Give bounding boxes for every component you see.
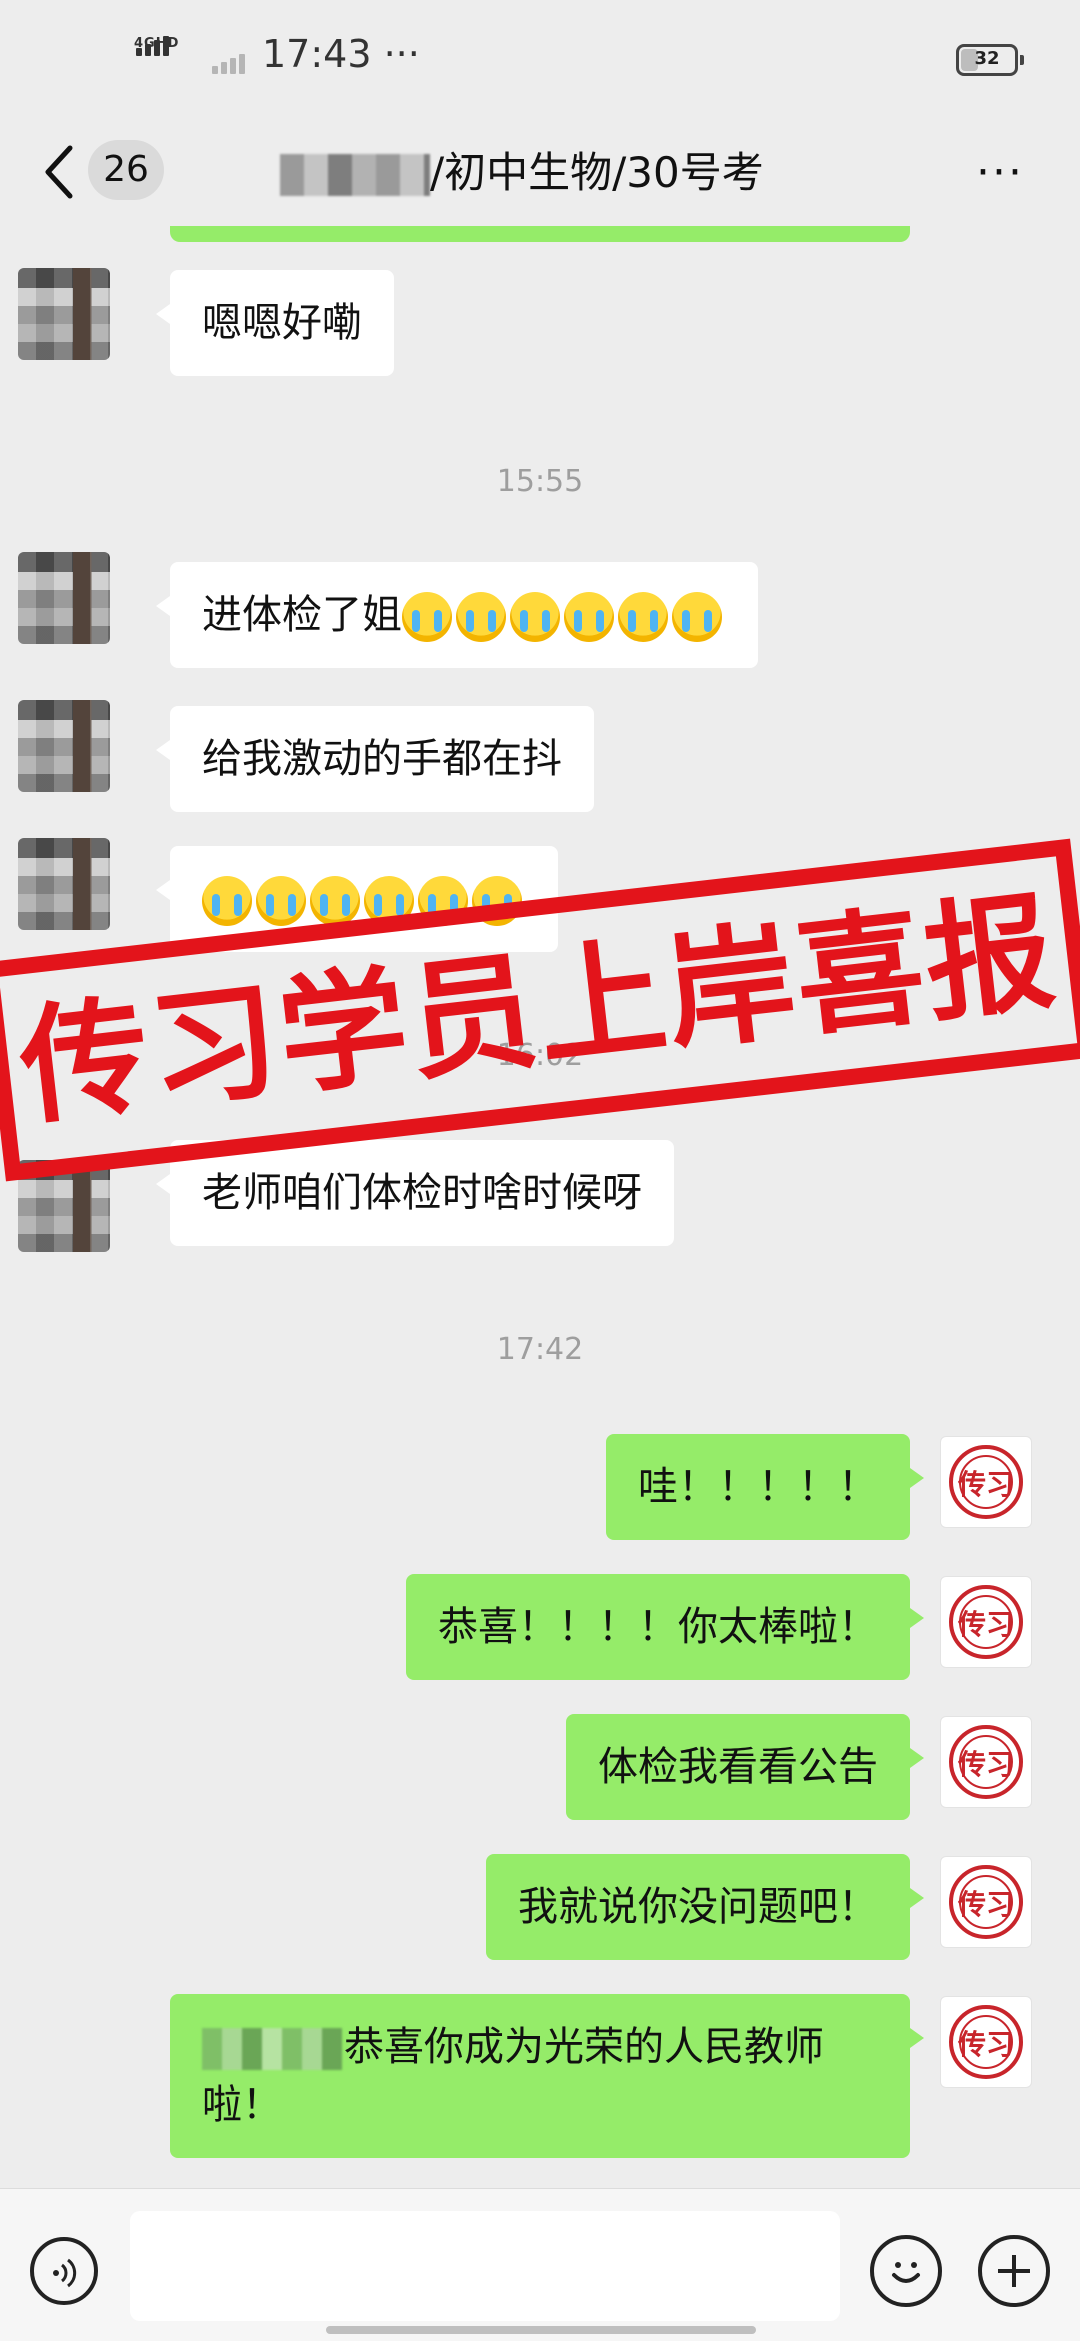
blurred-name [280, 154, 430, 196]
message-text: 哇！！！！！ [638, 1464, 878, 1510]
previous-message-bubble [170, 226, 910, 242]
seal-logo: 传习 [949, 1585, 1023, 1659]
crying-face-emoji [564, 592, 614, 642]
blurred-name [202, 2028, 342, 2070]
incoming-message[interactable]: 老师咱们体检时啥时候呀 [156, 1140, 674, 1246]
message-timestamp: 15:55 [496, 464, 584, 499]
my-avatar[interactable]: 传习 [940, 1436, 1032, 1528]
battery-icon: 32 [956, 44, 1024, 76]
seal-logo: 传习 [949, 2005, 1023, 2079]
back-chevron-icon[interactable] [40, 142, 84, 202]
outgoing-message[interactable]: 体检我看看公告 [566, 1714, 924, 1820]
outgoing-message[interactable]: 恭喜你成为光荣的人民教师啦！ [170, 1994, 924, 2158]
message-timestamp: 17:42 [496, 1332, 584, 1367]
my-avatar[interactable]: 传习 [940, 1856, 1032, 1948]
message-text: 我就说你没问题吧！ [518, 1884, 878, 1930]
contact-avatar[interactable] [18, 552, 110, 644]
message-text: 老师咱们体检时啥时候呀 [202, 1170, 642, 1216]
message-text: 进体检了姐 [202, 592, 402, 638]
chat-header: 26 /初中生物/30号考 ··· [0, 120, 1080, 230]
crying-face-emoji [456, 592, 506, 642]
cellular-signal-icon [212, 50, 252, 74]
battery-level: 32 [974, 48, 1000, 69]
crying-face-emoji [402, 592, 452, 642]
outgoing-message[interactable]: 哇！！！！！ [606, 1434, 924, 1540]
contact-avatar[interactable] [18, 268, 110, 360]
unread-count-badge[interactable]: 26 [88, 140, 164, 200]
seal-logo: 传习 [949, 1445, 1023, 1519]
input-bar [0, 2188, 1080, 2341]
message-text: 体检我看看公告 [598, 1744, 878, 1790]
my-avatar[interactable]: 传习 [940, 1716, 1032, 1808]
message-text: 给我激动的手都在抖 [202, 736, 562, 782]
crying-face-emoji [618, 592, 668, 642]
my-avatar[interactable]: 传习 [940, 1996, 1032, 2088]
crying-face-emoji [310, 876, 360, 926]
more-icon[interactable]: ··· [976, 148, 1036, 198]
crying-face-emoji [256, 876, 306, 926]
home-indicator[interactable] [326, 2326, 756, 2334]
incoming-message[interactable]: 嗯嗯好嘞 [156, 270, 394, 376]
chat-title-text: /初中生物/30号考 [430, 148, 764, 197]
incoming-message[interactable]: 给我激动的手都在抖 [156, 706, 594, 812]
outgoing-message[interactable]: 恭喜！！！！你太棒啦！ [406, 1574, 924, 1680]
voice-icon[interactable] [30, 2237, 98, 2305]
plus-icon[interactable] [978, 2235, 1050, 2307]
crying-face-emoji [510, 592, 560, 642]
outgoing-message[interactable]: 我就说你没问题吧！ [486, 1854, 924, 1960]
seal-logo: 传习 [949, 1865, 1023, 1939]
message-input[interactable] [130, 2211, 840, 2321]
contact-avatar[interactable] [18, 700, 110, 792]
message-text: 嗯嗯好嘞 [202, 300, 362, 346]
status-bar: 4GHD 17:43 ··· 32 [0, 0, 1080, 120]
contact-avatar[interactable] [18, 838, 110, 930]
crying-face-emoji [672, 592, 722, 642]
my-avatar[interactable]: 传习 [940, 1576, 1032, 1668]
status-time: 17:43 ··· [262, 32, 420, 76]
chat-title: /初中生物/30号考 [280, 140, 800, 206]
cellular-4g-icon: 4GHD [132, 36, 192, 80]
message-text: 恭喜！！！！你太棒啦！ [438, 1604, 878, 1650]
crying-face-emoji [202, 876, 252, 926]
emoji-icon[interactable] [870, 2235, 942, 2307]
seal-logo: 传习 [949, 1725, 1023, 1799]
incoming-message[interactable]: 进体检了姐 [156, 562, 758, 668]
